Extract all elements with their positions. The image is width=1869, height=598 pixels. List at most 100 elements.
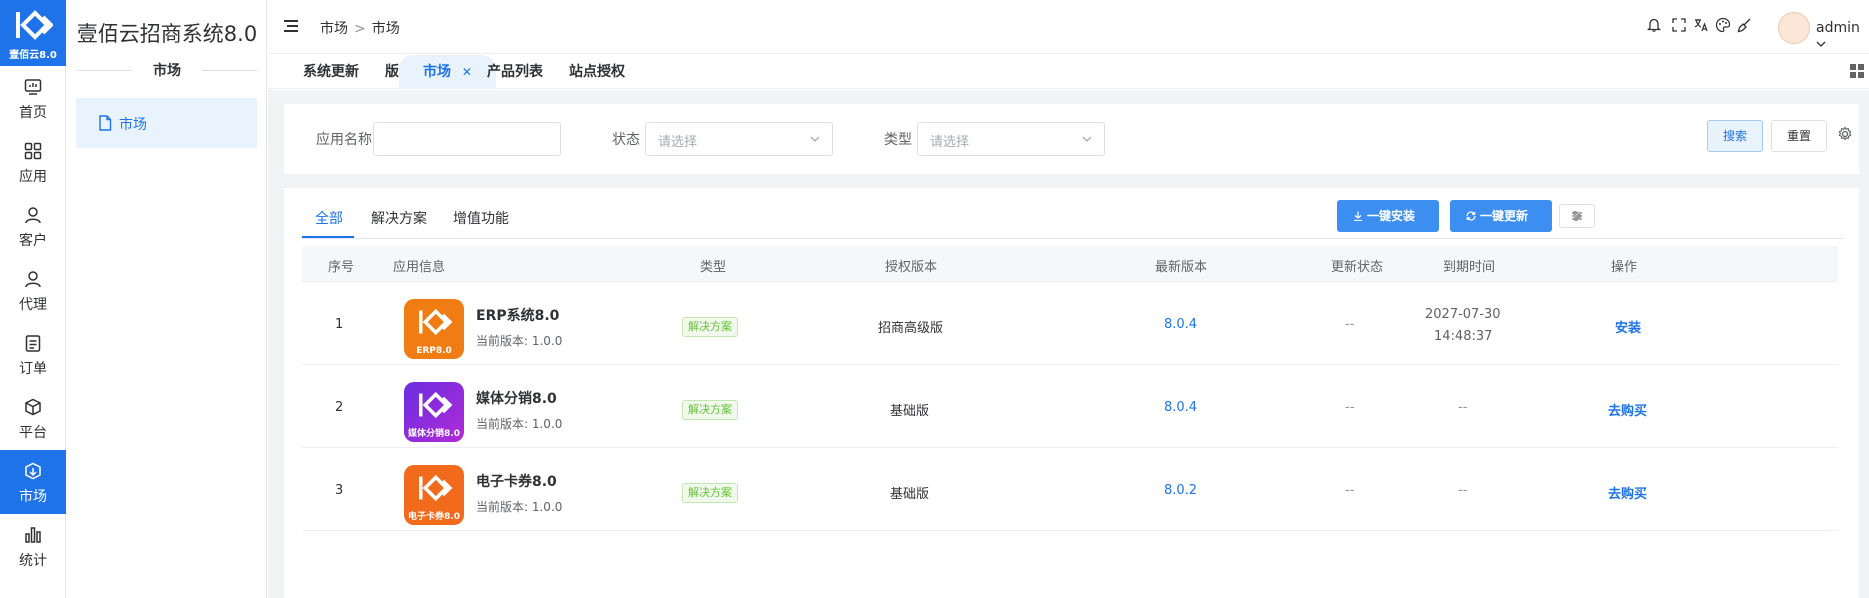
tab-product-list[interactable]: 产品列表 xyxy=(487,55,543,89)
license-version: 基础版 xyxy=(890,404,930,419)
rail-item-home[interactable]: 首页 xyxy=(0,66,66,130)
column-header: 应用信息 xyxy=(393,260,446,275)
update-status: -- xyxy=(1345,400,1355,415)
logo-mark-icon xyxy=(419,391,453,419)
panel-tab-all[interactable]: 全部 xyxy=(315,208,343,228)
brand-logo-text: 壹佰云8.0 xyxy=(9,50,57,61)
chevron-down-icon xyxy=(1082,136,1092,142)
expire-date: -- xyxy=(1458,483,1468,498)
search-button-label: 搜索 xyxy=(1722,129,1747,143)
file-icon xyxy=(99,115,112,131)
rail-item-apps[interactable]: 应用 xyxy=(0,130,66,194)
close-icon[interactable]: ✕ xyxy=(462,65,472,79)
brush-icon[interactable] xyxy=(1737,17,1753,33)
refresh-icon xyxy=(1466,211,1476,221)
column-header: 类型 xyxy=(700,260,727,275)
license-version: 基础版 xyxy=(890,487,930,502)
license-version: 招商高级版 xyxy=(878,321,944,336)
gear-icon[interactable] xyxy=(1837,126,1853,142)
grid-icon xyxy=(24,142,42,160)
fullscreen-icon[interactable] xyxy=(1671,17,1687,33)
secondary-sidebar: 壹佰云招商系统8.0 市场 市场 xyxy=(67,0,267,598)
tab-system-update[interactable]: 系统更新 xyxy=(303,55,359,89)
search-button[interactable]: 搜索 xyxy=(1707,120,1763,152)
user-icon xyxy=(25,207,41,224)
brand-logo[interactable]: 壹佰云8.0 xyxy=(0,0,66,66)
column-header: 到期时间 xyxy=(1443,260,1496,275)
page-tabs: 系统更新 版本销量 市场 ✕ 产品列表 站点授权 xyxy=(268,55,1869,89)
logo-mark-icon xyxy=(419,474,453,502)
install-all-label: 一键安装 xyxy=(1367,209,1416,223)
update-all-button[interactable]: 一键更新 xyxy=(1450,200,1552,232)
sidebar-item-market[interactable]: 市场 xyxy=(76,98,257,148)
avatar[interactable] xyxy=(1778,12,1810,44)
box-download-icon xyxy=(25,462,41,480)
icon-rail: 壹佰云8.0 首页 应用 客户 代理 订单 平台 市场 统计 xyxy=(0,0,66,598)
panel-tab-addons[interactable]: 增值功能 xyxy=(453,208,509,228)
row-index: 1 xyxy=(335,317,344,332)
panel-tab-label: 解决方案 xyxy=(371,211,427,227)
app-name: 电子卡券8.0 xyxy=(476,474,557,490)
update-status: -- xyxy=(1345,317,1355,332)
expire-date: -- xyxy=(1458,400,1468,415)
app-name: ERP系统8.0 xyxy=(476,308,560,324)
table-header: 序号 应用信息 类型 授权版本 最新版本 更新状态 到期时间 操作 xyxy=(302,246,1838,282)
table-row: 3 电子卡券8.0 电子卡券8.0 当前版本: 1.0.0 解决方案 基础版 8… xyxy=(302,449,1838,531)
buy-link[interactable]: 去购买 xyxy=(1608,483,1647,502)
sliders-icon xyxy=(1572,211,1582,221)
clipboard-icon xyxy=(25,335,41,352)
palette-icon[interactable] xyxy=(1715,17,1731,33)
app-icon-ecard: 电子卡券8.0 xyxy=(404,465,464,525)
download-icon xyxy=(1354,211,1362,221)
translate-icon[interactable] xyxy=(1693,17,1709,33)
install-link[interactable]: 安装 xyxy=(1615,317,1641,336)
bell-icon[interactable] xyxy=(1646,17,1662,33)
app-icon-erp: ERP8.0 xyxy=(404,299,464,359)
box-icon xyxy=(25,398,41,416)
rail-item-market[interactable]: 市场 xyxy=(0,450,66,514)
status-select[interactable]: 请选择 xyxy=(645,122,833,156)
user-menu[interactable]: admin xyxy=(1816,20,1869,52)
install-all-button[interactable]: 一键安装 xyxy=(1337,200,1439,232)
tab-site-license[interactable]: 站点授权 xyxy=(569,55,625,89)
breadcrumb-item[interactable]: 市场 xyxy=(320,21,348,37)
chevron-down-icon xyxy=(810,136,820,142)
reset-button-label: 重置 xyxy=(1786,129,1811,143)
column-header: 最新版本 xyxy=(1155,260,1208,275)
column-header: 更新状态 xyxy=(1331,260,1384,275)
status-label: 状态 xyxy=(612,132,640,148)
app-name: 媒体分销8.0 xyxy=(476,391,557,407)
panel-tab-divider xyxy=(302,238,1844,239)
column-settings-button[interactable] xyxy=(1559,204,1595,228)
reset-button[interactable]: 重置 xyxy=(1771,120,1827,152)
rail-item-customers[interactable]: 客户 xyxy=(0,194,66,258)
column-header: 序号 xyxy=(328,260,355,275)
rail-item-orders[interactable]: 订单 xyxy=(0,322,66,386)
rail-label: 首页 xyxy=(19,105,47,121)
chevron-down-icon xyxy=(1816,41,1826,47)
rail-label: 应用 xyxy=(19,169,47,185)
panel-tab-solutions[interactable]: 解决方案 xyxy=(371,208,427,228)
latest-version: 8.0.2 xyxy=(1164,483,1198,498)
tab-market[interactable]: 市场 ✕ xyxy=(399,55,496,89)
panel-tab-label: 全部 xyxy=(315,211,343,227)
menu-toggle-icon[interactable] xyxy=(284,20,298,32)
tab-label: 产品列表 xyxy=(487,64,543,80)
user-name: admin xyxy=(1816,20,1860,36)
column-header: 操作 xyxy=(1611,260,1638,275)
apps-grid-icon[interactable] xyxy=(1850,64,1864,78)
app-name-input[interactable] xyxy=(373,122,561,156)
update-all-label: 一键更新 xyxy=(1480,209,1529,223)
rail-label: 订单 xyxy=(19,361,47,377)
app-name-label: 应用名称 xyxy=(316,132,372,148)
column-header: 授权版本 xyxy=(885,260,938,275)
divider xyxy=(202,70,257,71)
buy-link[interactable]: 去购买 xyxy=(1608,400,1647,419)
rail-item-agents[interactable]: 代理 xyxy=(0,258,66,322)
rail-item-stats[interactable]: 统计 xyxy=(0,514,66,578)
rail-label: 市场 xyxy=(19,489,47,505)
rail-item-platform[interactable]: 平台 xyxy=(0,386,66,450)
type-select[interactable]: 请选择 xyxy=(917,122,1105,156)
main-content: 应用名称 状态 请选择 类型 请选择 搜索 重置 全部 解决方案 增值功能 一键… xyxy=(268,90,1869,598)
rail-label: 平台 xyxy=(19,425,47,441)
